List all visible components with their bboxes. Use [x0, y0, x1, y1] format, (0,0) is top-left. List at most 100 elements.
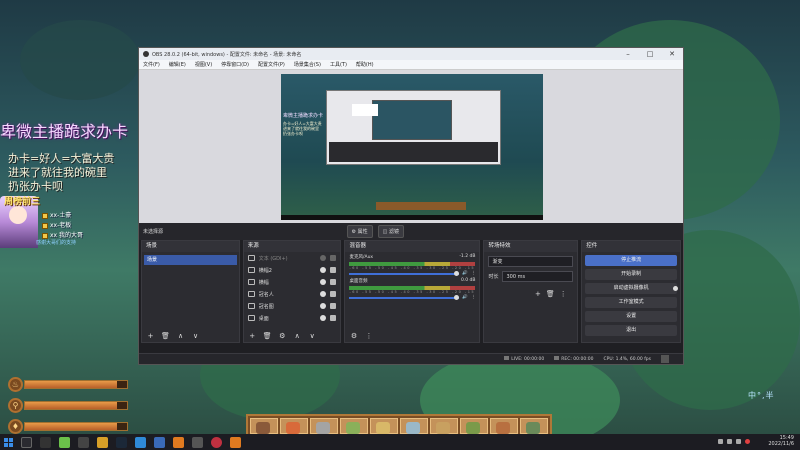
scene-item[interactable]: 场景: [144, 255, 237, 265]
gear-icon[interactable]: [673, 286, 678, 291]
hotbar-slot[interactable]: [460, 418, 488, 434]
visibility-eye-icon[interactable]: [320, 279, 327, 285]
rank-badge-icon: [42, 232, 48, 239]
edge-icon[interactable]: [135, 436, 146, 448]
hotbar-slot[interactable]: [340, 418, 368, 434]
visibility-eye-icon[interactable]: [320, 303, 327, 309]
clock[interactable]: 15:49 2022/11/6: [768, 435, 794, 447]
nvidia-icon[interactable]: [59, 436, 70, 448]
hotbar-slot[interactable]: [280, 418, 308, 434]
settings-button[interactable]: 设置: [585, 311, 677, 322]
move-up-button[interactable]: ∧: [176, 332, 185, 340]
no-source-label: 未选择源: [143, 229, 164, 235]
source-item[interactable]: 文本 (GDI+): [244, 252, 341, 264]
title-bar[interactable]: OBS 28.0.2 (64-bit, windows) - 配置文件: 未命名…: [139, 48, 683, 60]
transition-select[interactable]: 渐变: [488, 256, 574, 267]
cpu-status: CPU: 1.4%, 60.00 fps: [603, 356, 652, 362]
minimize-button[interactable]: –: [617, 50, 639, 58]
move-down-button[interactable]: ∨: [191, 332, 200, 340]
item-icon: [406, 422, 420, 434]
channel-menu-icon[interactable]: ⋮: [471, 295, 476, 300]
starsand-app-icon[interactable]: [230, 436, 241, 448]
remove-scene-button[interactable]: 🗑: [161, 332, 170, 340]
lock-icon[interactable]: [330, 279, 337, 285]
item-icon: [466, 422, 480, 434]
menu-edit[interactable]: 编辑(E): [169, 61, 186, 68]
steam-icon[interactable]: [116, 436, 127, 448]
menu-help[interactable]: 帮助(H): [356, 61, 374, 68]
visibility-eye-icon[interactable]: [320, 267, 327, 273]
visibility-eye-icon[interactable]: [320, 291, 327, 297]
remove-transition-button[interactable]: 🗑: [546, 290, 555, 298]
source-item[interactable]: 冠名图: [244, 300, 341, 312]
transition-menu-button[interactable]: ⋮: [560, 290, 567, 298]
hotbar-slot[interactable]: [400, 418, 428, 434]
system-tray[interactable]: [718, 439, 750, 444]
app-icon[interactable]: [192, 436, 203, 448]
ime-indicator[interactable]: 中°,半: [748, 390, 775, 401]
properties-button[interactable]: ⚙ 属性: [346, 225, 373, 238]
mixer-settings-icon[interactable]: ⚙: [349, 332, 358, 340]
lock-icon[interactable]: [330, 255, 337, 261]
source-item[interactable]: 横幅2: [244, 264, 341, 276]
game-app-icon[interactable]: [173, 436, 184, 448]
menu-tools[interactable]: 工具(T): [330, 61, 347, 68]
studio-mode-button[interactable]: 工作室模式: [585, 297, 677, 308]
windows-start-icon[interactable]: [4, 437, 13, 447]
meter-ticks: -60 -55 -50 -45 -40 -35 -30 -25 -20 -15 …: [349, 266, 476, 270]
live-status: LIVE: 00:00:00: [504, 356, 544, 362]
store-icon[interactable]: [154, 436, 165, 448]
exit-button[interactable]: 退出: [585, 325, 677, 336]
item-icon: [526, 422, 540, 434]
add-scene-button[interactable]: +: [146, 332, 155, 340]
start-virtual-camera-button[interactable]: 启动虚拟摄像机: [585, 283, 678, 294]
hotbar-slot[interactable]: [490, 418, 518, 434]
preview-area[interactable]: 卑微主播跪求办卡 办卡=好人=大富大贵 进来了就往我的碗里 扔张办卡呗: [139, 70, 683, 223]
menu-file[interactable]: 文件(F): [143, 61, 160, 68]
mixer-menu-icon[interactable]: ⋮: [364, 332, 373, 340]
hotbar-slot[interactable]: [520, 418, 548, 434]
terminal-icon[interactable]: [78, 436, 89, 448]
preview-canvas[interactable]: 卑微主播跪求办卡 办卡=好人=大富大贵 进来了就往我的碗里 扔张办卡呗: [281, 74, 543, 220]
obs-app-icon[interactable]: [211, 436, 222, 448]
hotbar-slot[interactable]: [310, 418, 338, 434]
hotbar-slot[interactable]: [370, 418, 398, 434]
lock-icon[interactable]: [330, 267, 337, 273]
hotbar-slot[interactable]: [250, 418, 278, 434]
source-item[interactable]: 桌面: [244, 312, 341, 324]
channel-menu-icon[interactable]: ⋮: [471, 271, 476, 276]
hotbar-slot[interactable]: [430, 418, 458, 434]
filters-button[interactable]: ◫ 滤镜: [377, 225, 404, 238]
mixer-channel: 麦克风/Aux -1.2 dB -60 -55 -50 -45 -40 -35 -…: [345, 252, 479, 276]
volume-slider[interactable]: [349, 294, 460, 300]
volume-slider[interactable]: [349, 270, 460, 276]
file-explorer-icon[interactable]: [97, 436, 108, 448]
task-view-icon[interactable]: [40, 436, 51, 448]
visibility-eye-icon[interactable]: [320, 315, 327, 321]
source-properties-button[interactable]: ⚙: [278, 332, 287, 340]
duration-field[interactable]: 300 ms: [502, 271, 574, 282]
stop-streaming-button[interactable]: 停止推流: [585, 255, 677, 266]
move-down-button[interactable]: ∨: [308, 332, 317, 340]
source-item[interactable]: 横幅: [244, 276, 341, 288]
close-button[interactable]: ✕: [661, 50, 683, 58]
remove-source-button[interactable]: 🗑: [263, 332, 272, 340]
visibility-eye-icon[interactable]: [320, 255, 327, 261]
item-icon: [436, 422, 450, 434]
menu-view[interactable]: 视图(V): [195, 61, 212, 68]
move-up-button[interactable]: ∧: [293, 332, 302, 340]
source-item[interactable]: 冠名人: [244, 288, 341, 300]
menu-profile[interactable]: 配置文件(P): [258, 61, 285, 68]
search-icon[interactable]: [21, 436, 32, 448]
lock-icon[interactable]: [330, 291, 337, 297]
menu-scene-collection[interactable]: 场景集合(S): [294, 61, 321, 68]
lock-icon[interactable]: [330, 315, 337, 321]
add-source-button[interactable]: +: [248, 332, 257, 340]
add-transition-button[interactable]: +: [535, 290, 541, 298]
lock-icon[interactable]: [330, 303, 337, 309]
maximize-button[interactable]: □: [639, 50, 661, 58]
speaker-icon[interactable]: 🔊: [462, 271, 468, 276]
start-recording-button[interactable]: 开始录制: [585, 269, 677, 280]
menu-docks[interactable]: 停靠窗口(D): [221, 61, 249, 68]
speaker-icon[interactable]: 🔊: [462, 295, 468, 300]
